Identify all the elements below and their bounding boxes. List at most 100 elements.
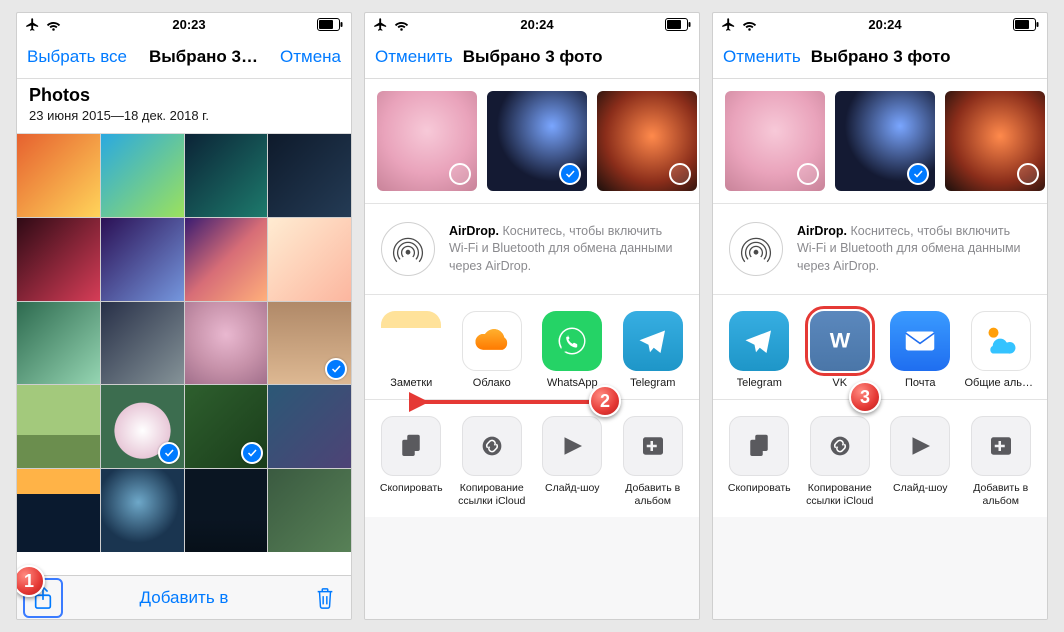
share-thumb-1[interactable] <box>377 91 477 191</box>
app-shared-albums-icon <box>971 311 1031 371</box>
airdrop-text: AirDrop. Коснитесь, чтобы включить Wi-Fi… <box>797 223 1031 276</box>
action-copy-icon <box>729 416 789 476</box>
status-time: 20:24 <box>868 17 901 32</box>
action-copy-icloud-icon <box>462 416 522 476</box>
action-copy-icloud[interactable]: Копирование ссылки iCloud <box>456 416 529 507</box>
photo-14[interactable] <box>101 385 184 468</box>
photo-09[interactable] <box>17 302 100 385</box>
annotation-badge-2: 2 <box>589 385 621 417</box>
nav-bar: Отменить Выбрано 3 фото <box>365 35 699 79</box>
wifi-icon <box>394 17 409 32</box>
screen-share-sheet-2: 20:24 Отменить Выбрано 3 фото AirDrop. К… <box>712 12 1048 620</box>
status-bar: 20:24 <box>365 13 699 35</box>
nav-title: Выбрано 3 фото <box>463 47 689 67</box>
selected-checkmark-icon <box>158 442 180 464</box>
app-shared-albums[interactable]: Общие альбомы <box>965 311 1038 389</box>
photo-11[interactable] <box>185 302 268 385</box>
selected-thumbnails[interactable] <box>365 79 699 204</box>
action-add-album[interactable]: Добавить в альбом <box>965 416 1038 507</box>
share-thumb-1[interactable] <box>725 91 825 191</box>
app-cloud[interactable]: Облако <box>456 311 529 389</box>
photo-07[interactable] <box>185 218 268 301</box>
app-label: Почта <box>905 377 936 389</box>
status-bar: 20:23 <box>17 13 351 35</box>
app-vk-icon: W <box>810 311 870 371</box>
photo-10[interactable] <box>101 302 184 385</box>
app-label: Telegram <box>630 377 675 389</box>
photo-08[interactable] <box>268 218 351 301</box>
photo-13[interactable] <box>17 385 100 468</box>
airplane-mode-icon <box>721 17 736 32</box>
action-slideshow[interactable]: Слайд-шоу <box>884 416 957 507</box>
selection-ring-icon <box>797 163 819 185</box>
app-label: Telegram <box>737 377 782 389</box>
select-all-button[interactable]: Выбрать все <box>27 47 127 67</box>
app-notes[interactable]: Заметки <box>375 311 448 389</box>
screen-photos-grid: 20:23 Выбрать все Выбрано 3… Отмена Phot… <box>16 12 352 620</box>
add-to-button[interactable]: Добавить в <box>17 588 351 608</box>
photo-20[interactable] <box>268 469 351 552</box>
share-thumb-3[interactable] <box>597 91 697 191</box>
share-apps-row[interactable]: ЗаметкиОблакоWhatsAppTelegram 2 <box>365 295 699 400</box>
action-copy[interactable]: Скопировать <box>375 416 448 507</box>
cancel-button[interactable]: Отменить <box>375 47 453 67</box>
photo-12[interactable] <box>268 302 351 385</box>
action-add-album-icon <box>971 416 1031 476</box>
action-label: Слайд-шоу <box>545 482 599 495</box>
annotation-arrow <box>409 387 599 417</box>
app-whatsapp[interactable]: WhatsApp <box>536 311 609 389</box>
share-actions-row[interactable]: Скопировать Копирование ссылки iCloud Слай… <box>713 400 1047 517</box>
action-copy-icloud[interactable]: Копирование ссылки iCloud <box>804 416 877 507</box>
action-label: Добавить в альбом <box>965 482 1038 507</box>
app-telegram-icon <box>623 311 683 371</box>
photo-02[interactable] <box>101 134 184 217</box>
airdrop-row[interactable]: AirDrop. Коснитесь, чтобы включить Wi-Fi… <box>365 204 699 295</box>
airplane-mode-icon <box>25 17 40 32</box>
photo-19[interactable] <box>185 469 268 552</box>
app-telegram[interactable]: Telegram <box>723 311 796 389</box>
photo-16[interactable] <box>268 385 351 468</box>
action-label: Копирование ссылки iCloud <box>804 482 877 507</box>
selected-thumbnails[interactable] <box>713 79 1047 204</box>
app-telegram-icon <box>729 311 789 371</box>
photo-03[interactable] <box>185 134 268 217</box>
app-label: Общие альбомы <box>965 377 1038 389</box>
cancel-button[interactable]: Отменить <box>723 47 801 67</box>
app-mail[interactable]: Почта <box>884 311 957 389</box>
action-add-album-icon <box>623 416 683 476</box>
app-vk[interactable]: WVK <box>804 311 877 389</box>
app-notes-icon <box>381 311 441 371</box>
status-bar: 20:24 <box>713 13 1047 35</box>
action-label: Скопировать <box>380 482 443 495</box>
trash-button[interactable] <box>305 578 345 618</box>
photo-17[interactable] <box>17 469 100 552</box>
airdrop-row[interactable]: AirDrop. Коснитесь, чтобы включить Wi-Fi… <box>713 204 1047 295</box>
battery-icon <box>665 18 691 31</box>
share-actions-row[interactable]: Скопировать Копирование ссылки iCloud Слай… <box>365 400 699 517</box>
share-apps-row[interactable]: TelegramWVKПочтаОбщие альбомы 3 <box>713 295 1047 400</box>
app-whatsapp-icon <box>542 311 602 371</box>
action-label: Копирование ссылки iCloud <box>456 482 529 507</box>
action-slideshow-icon <box>890 416 950 476</box>
action-add-album[interactable]: Добавить в альбом <box>617 416 690 507</box>
app-telegram[interactable]: Telegram <box>617 311 690 389</box>
action-copy[interactable]: Скопировать <box>723 416 796 507</box>
share-thumb-2[interactable] <box>487 91 587 191</box>
photo-15[interactable] <box>185 385 268 468</box>
photo-05[interactable] <box>17 218 100 301</box>
nav-title: Выбрано 3… <box>133 47 274 67</box>
photo-grid[interactable] <box>17 134 351 552</box>
airplane-mode-icon <box>373 17 388 32</box>
selection-ring-icon <box>559 163 581 185</box>
photo-01[interactable] <box>17 134 100 217</box>
battery-icon <box>317 18 343 31</box>
cancel-button[interactable]: Отмена <box>280 47 341 67</box>
photo-04[interactable] <box>268 134 351 217</box>
share-thumb-2[interactable] <box>835 91 935 191</box>
action-label: Скопировать <box>728 482 791 495</box>
action-slideshow[interactable]: Слайд-шоу <box>536 416 609 507</box>
section-subtitle: 23 июня 2015—18 дек. 2018 г. <box>29 108 339 123</box>
photo-06[interactable] <box>101 218 184 301</box>
share-thumb-3[interactable] <box>945 91 1045 191</box>
photo-18[interactable] <box>101 469 184 552</box>
